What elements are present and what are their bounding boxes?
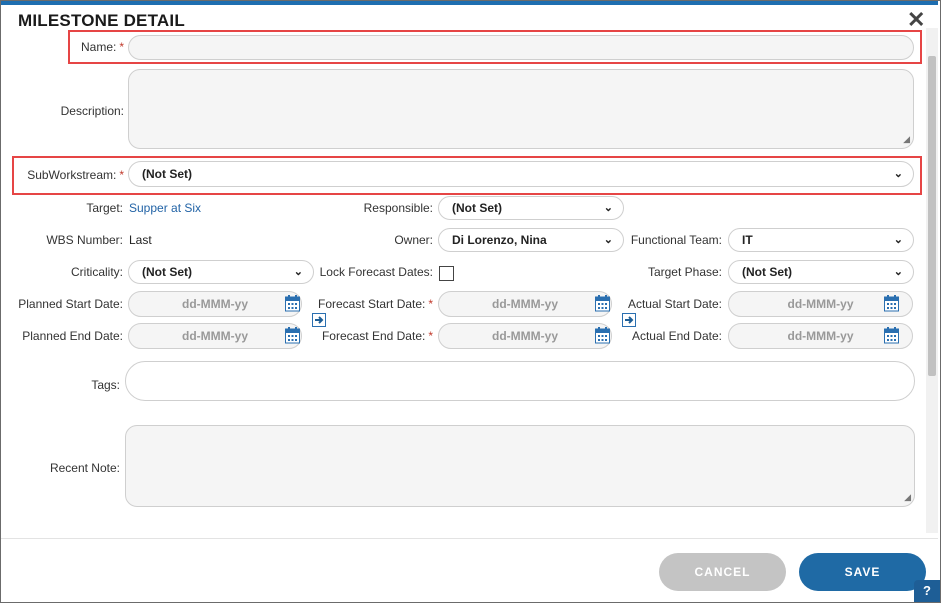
name-highlight-box [68, 30, 922, 64]
resize-grip-icon[interactable]: ◢ [904, 492, 911, 503]
wbs-number-label: WBS Number: [46, 233, 123, 247]
target-phase-label: Target Phase: [647, 265, 722, 279]
tags-input[interactable] [125, 361, 915, 401]
calendar-icon[interactable] [884, 295, 899, 312]
chevron-down-icon: ⌄ [293, 266, 303, 278]
target-phase-select[interactable]: (Not Set) ⌄ [728, 260, 914, 284]
scrollbar-thumb[interactable] [928, 56, 936, 376]
dialog-accent-bar [1, 1, 938, 5]
criticality-value: (Not Set) [142, 265, 192, 279]
save-button[interactable]: SAVE [799, 553, 926, 591]
owner-label: Owner: [394, 233, 433, 247]
chevron-down-icon: ⌄ [603, 202, 613, 214]
forecast-end-label: Forecast End Date: * [321, 329, 433, 343]
chevron-down-icon: ⌄ [893, 234, 903, 246]
wbs-number-value: Last [129, 233, 152, 247]
resize-grip-icon[interactable]: ◢ [903, 134, 910, 145]
dialog-title: MILESTONE DETAIL [18, 11, 185, 30]
lock-forecast-checkbox[interactable] [439, 266, 454, 281]
forecast-start-label: Forecast Start Date: * [318, 297, 434, 311]
planned-end-input[interactable]: dd-MMM-yy [128, 323, 302, 349]
recent-note-label: Recent Note: [49, 461, 120, 475]
recent-note-textarea[interactable]: ◢ [125, 425, 915, 507]
owner-value: Di Lorenzo, Nina [452, 233, 547, 247]
responsible-select[interactable]: (Not Set) ⌄ [438, 196, 624, 220]
actual-start-label: Actual Start Date: [627, 297, 722, 311]
owner-select[interactable]: Di Lorenzo, Nina ⌄ [438, 228, 624, 252]
description-textarea[interactable]: ◢ [128, 69, 914, 149]
target-link[interactable]: Supper at Six [129, 201, 201, 215]
functional-team-select[interactable]: IT ⌄ [728, 228, 914, 252]
calendar-icon[interactable] [884, 327, 899, 344]
actual-end-label: Actual End Date: [631, 329, 722, 343]
copy-arrow-icon[interactable] [312, 313, 326, 327]
subworkstream-highlight-box [12, 156, 922, 195]
criticality-label: Criticality: [70, 265, 123, 279]
lock-forecast-label: Lock Forecast Dates: [319, 265, 433, 279]
scrollbar[interactable] [926, 28, 938, 533]
functional-team-value: IT [742, 233, 753, 247]
criticality-select[interactable]: (Not Set) ⌄ [128, 260, 314, 284]
functional-team-label: Functional Team: [630, 233, 722, 247]
responsible-label: Responsible: [363, 201, 433, 215]
copy-arrow-icon[interactable] [622, 313, 636, 327]
chevron-down-icon: ⌄ [893, 266, 903, 278]
tags-label: Tags: [91, 378, 120, 392]
description-label: Description: [60, 104, 124, 118]
planned-start-label: Planned Start Date: [18, 297, 123, 311]
responsible-value: (Not Set) [452, 201, 502, 215]
chevron-down-icon: ⌄ [603, 234, 613, 246]
forecast-start-input[interactable]: dd-MMM-yy [438, 291, 612, 317]
calendar-icon[interactable] [285, 295, 300, 312]
planned-start-input[interactable]: dd-MMM-yy [128, 291, 302, 317]
target-label: Target: [86, 201, 123, 215]
planned-end-label: Planned End Date: [22, 329, 123, 343]
target-phase-value: (Not Set) [742, 265, 792, 279]
calendar-icon[interactable] [595, 295, 610, 312]
forecast-end-input[interactable]: dd-MMM-yy [438, 323, 612, 349]
footer-divider [1, 538, 938, 539]
help-icon[interactable]: ? [914, 580, 940, 602]
calendar-icon[interactable] [285, 327, 300, 344]
cancel-button[interactable]: CANCEL [659, 553, 786, 591]
calendar-icon[interactable] [595, 327, 610, 344]
